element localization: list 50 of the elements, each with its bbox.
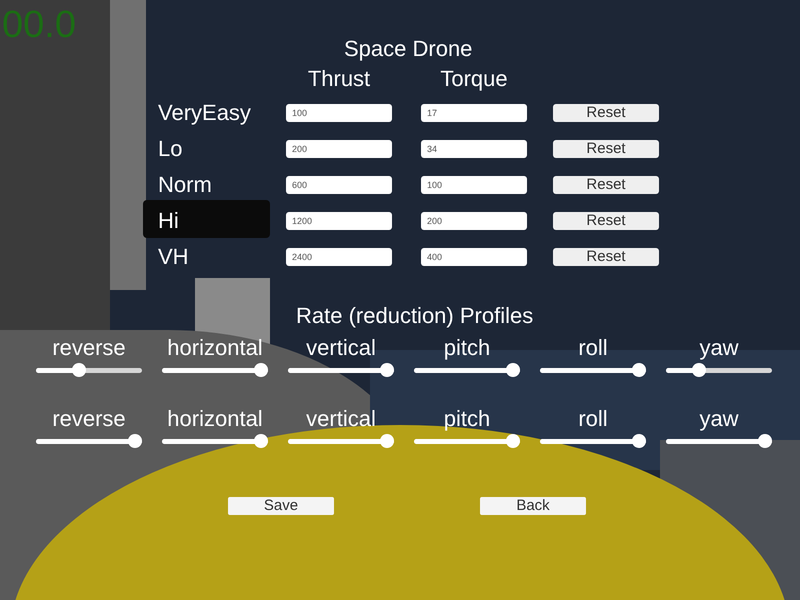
- slider[interactable]: [414, 434, 520, 448]
- column-header: Thrust: [308, 65, 370, 93]
- slider-label: vertical: [306, 335, 376, 361]
- slider[interactable]: [540, 363, 646, 377]
- profile-label: Norm: [157, 171, 212, 199]
- slider-label: roll: [578, 335, 608, 361]
- slider[interactable]: [666, 363, 772, 377]
- reset-button[interactable]: Reset: [553, 140, 659, 158]
- slider[interactable]: [162, 363, 268, 377]
- slider[interactable]: [414, 363, 520, 377]
- slider-label: roll: [578, 406, 608, 432]
- torque-field[interactable]: 200: [421, 212, 527, 230]
- slider-label: horizontal: [167, 406, 263, 432]
- column-header: Torque: [440, 65, 508, 93]
- slider-label: horizontal: [167, 335, 263, 361]
- slider-label: reverse: [52, 406, 126, 432]
- slider[interactable]: [540, 434, 646, 448]
- torque-field[interactable]: 100: [421, 176, 527, 194]
- thrust-field[interactable]: 200: [286, 140, 392, 158]
- torque-field[interactable]: 34: [421, 140, 527, 158]
- slider-label: pitch: [444, 335, 490, 361]
- profile-label: VH: [157, 243, 189, 271]
- slider-label: reverse: [52, 335, 126, 361]
- title: Space Drone: [344, 36, 472, 62]
- slider-label: pitch: [444, 406, 490, 432]
- thrust-field[interactable]: 1200: [286, 212, 392, 230]
- slider-label: yaw: [699, 335, 739, 361]
- reset-button[interactable]: Reset: [553, 176, 659, 194]
- back-button[interactable]: Back: [480, 497, 586, 515]
- slider[interactable]: [162, 434, 268, 448]
- torque-field[interactable]: 17: [421, 104, 527, 122]
- slider[interactable]: [36, 434, 142, 448]
- thrust-field[interactable]: 600: [286, 176, 392, 194]
- slider[interactable]: [36, 363, 142, 377]
- reset-button[interactable]: Reset: [553, 248, 659, 266]
- profile-label: Hi: [157, 207, 179, 235]
- profile-label: VeryEasy: [157, 99, 251, 127]
- slider[interactable]: [288, 434, 394, 448]
- thrust-field[interactable]: 2400: [286, 248, 392, 266]
- slider-label: vertical: [306, 406, 376, 432]
- reset-button[interactable]: Reset: [553, 212, 659, 230]
- reset-button[interactable]: Reset: [553, 104, 659, 122]
- slider[interactable]: [288, 363, 394, 377]
- save-button[interactable]: Save: [228, 497, 334, 515]
- profile-label: Lo: [157, 135, 182, 163]
- slider[interactable]: [666, 434, 772, 448]
- torque-field[interactable]: 400: [421, 248, 527, 266]
- section-title: Rate (reduction) Profiles: [296, 303, 534, 329]
- slider-label: yaw: [699, 406, 739, 432]
- thrust-field[interactable]: 100: [286, 104, 392, 122]
